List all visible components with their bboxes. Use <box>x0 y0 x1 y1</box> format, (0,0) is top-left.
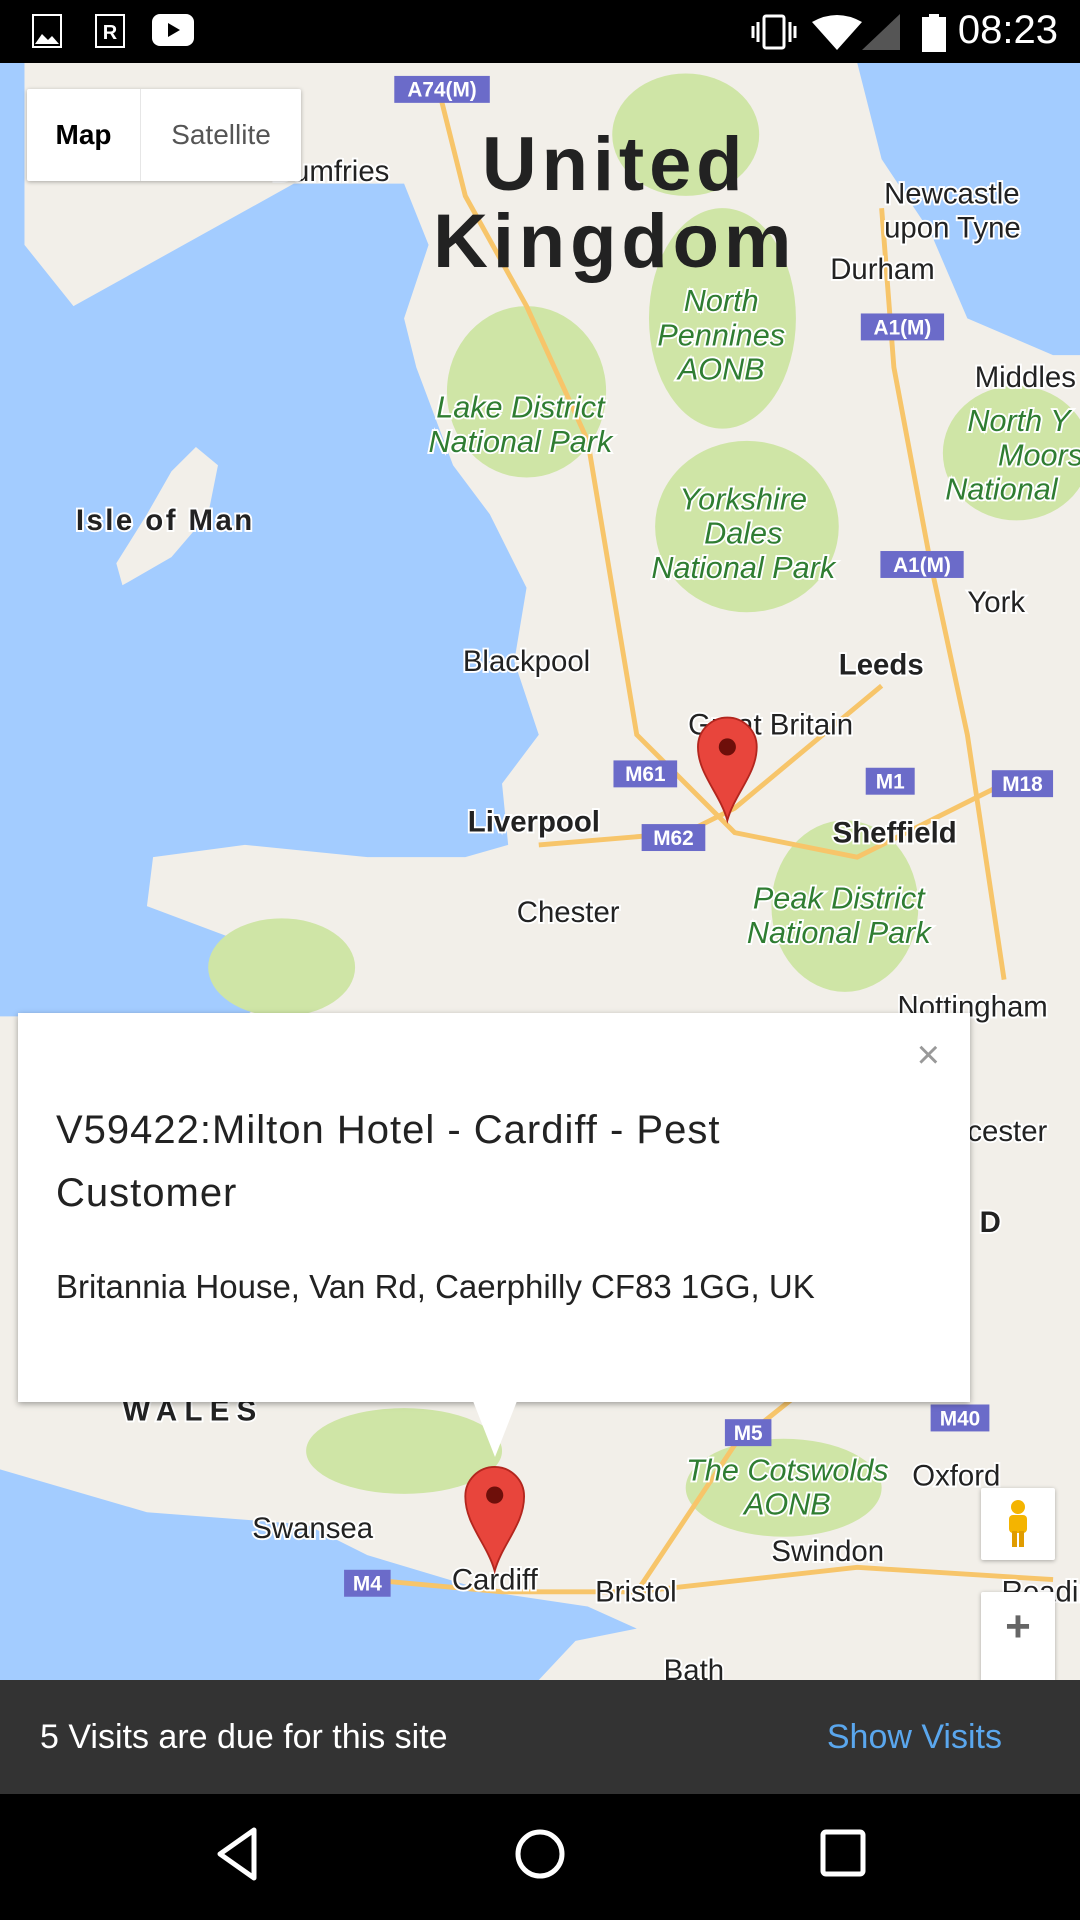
svg-text:Newcastle: Newcastle <box>884 177 1020 210</box>
svg-text:Lake District: Lake District <box>436 391 606 425</box>
svg-text:Dales: Dales <box>704 517 782 551</box>
svg-text:United: United <box>482 122 748 207</box>
visits-bar: 5 Visits are due for this site Show Visi… <box>0 1680 1080 1794</box>
map-type-control: Map Satellite <box>27 89 301 181</box>
svg-text:National Park: National Park <box>747 916 932 950</box>
status-bar: R 08:23 <box>0 0 1080 63</box>
svg-text:Blackpool: Blackpool <box>463 645 590 678</box>
svg-text:M5: M5 <box>734 1422 763 1445</box>
zoom-in-button[interactable]: + <box>981 1592 1055 1682</box>
image-icon <box>32 14 62 48</box>
svg-text:M4: M4 <box>353 1573 382 1596</box>
battery-icon <box>922 14 946 52</box>
r-app-icon: R <box>95 14 125 48</box>
svg-text:Isle of Man: Isle of Man <box>76 504 255 537</box>
svg-text:Middles: Middles <box>975 361 1076 394</box>
svg-text:Durham: Durham <box>830 253 934 286</box>
svg-text:National Park: National Park <box>429 425 614 459</box>
svg-text:Yorkshire: Yorkshire <box>679 482 807 516</box>
show-visits-button[interactable]: Show Visits <box>827 1718 1002 1757</box>
svg-text:Peak District: Peak District <box>753 882 926 916</box>
recents-icon[interactable] <box>818 1824 868 1884</box>
svg-text:North Y: North Y <box>967 404 1073 438</box>
svg-text:A1(M): A1(M) <box>893 554 951 577</box>
signal-icon <box>862 14 900 50</box>
close-icon[interactable]: × <box>917 1033 940 1078</box>
street-view-pegman-button[interactable] <box>981 1488 1055 1560</box>
map-type-satellite-button[interactable]: Satellite <box>141 89 301 181</box>
svg-text:M1: M1 <box>876 771 905 794</box>
svg-text:National: National <box>945 473 1059 507</box>
svg-text:Moors: Moors <box>998 438 1080 472</box>
svg-text:upon Tyne: upon Tyne <box>884 212 1021 245</box>
svg-text:The Cotswolds: The Cotswolds <box>686 1453 888 1487</box>
svg-text:Swindon: Swindon <box>771 1535 884 1568</box>
svg-text:National Park: National Park <box>651 551 836 585</box>
home-icon[interactable] <box>510 1824 570 1884</box>
country-label: United Kingdom <box>433 122 796 284</box>
svg-text:M61: M61 <box>625 763 665 786</box>
svg-text:D: D <box>980 1206 1001 1239</box>
svg-text:Sheffield: Sheffield <box>833 816 957 849</box>
svg-text:A74(M): A74(M) <box>407 79 476 102</box>
map-canvas[interactable]: United Kingdom Dumfries Newcastle upon T… <box>0 0 1080 1920</box>
youtube-icon <box>152 14 194 46</box>
svg-text:York: York <box>967 586 1025 619</box>
wifi-icon <box>812 15 862 50</box>
pegman-icon <box>1009 1500 1027 1547</box>
svg-text:cester: cester <box>967 1115 1047 1148</box>
info-window-address: Britannia House, Van Rd, Caerphilly CF83… <box>56 1268 815 1305</box>
svg-text:Liverpool: Liverpool <box>468 805 600 838</box>
svg-text:Pennines: Pennines <box>657 318 785 352</box>
svg-text:AONB: AONB <box>676 353 765 387</box>
svg-text:M62: M62 <box>653 827 693 850</box>
svg-text:North: North <box>684 284 759 318</box>
svg-text:Kingdom: Kingdom <box>433 199 796 284</box>
map-type-map-button[interactable]: Map <box>27 89 141 181</box>
back-icon[interactable] <box>212 1824 262 1884</box>
info-window-pointer <box>473 1401 517 1457</box>
svg-text:M18: M18 <box>1002 773 1042 796</box>
svg-text:A1(M): A1(M) <box>874 316 932 339</box>
clock: 08:23 <box>957 8 1058 52</box>
svg-text:Leeds: Leeds <box>839 649 924 682</box>
navigation-bar <box>0 1794 1080 1920</box>
svg-text:M40: M40 <box>940 1407 980 1430</box>
svg-text:AONB: AONB <box>742 1488 831 1522</box>
svg-text:Swansea: Swansea <box>252 1512 374 1545</box>
visits-due-message: 5 Visits are due for this site <box>40 1717 448 1756</box>
info-window: × V59422:Milton Hotel - Cardiff - Pest C… <box>18 1013 970 1402</box>
info-window-title: V59422:Milton Hotel - Cardiff - Pest Cus… <box>56 1108 721 1215</box>
svg-text:Bristol: Bristol <box>595 1576 677 1609</box>
plus-icon: + <box>1005 1602 1031 1651</box>
vibrate-icon <box>751 14 797 50</box>
svg-text:Chester: Chester <box>517 896 620 929</box>
svg-text:R: R <box>103 22 118 44</box>
